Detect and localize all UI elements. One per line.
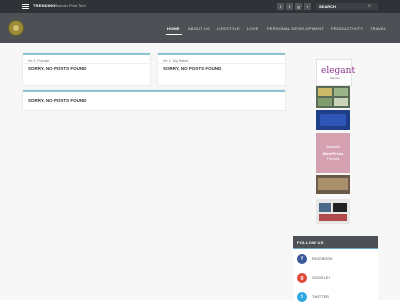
site-logo[interactable] [8, 20, 24, 36]
box-message: SORRY, NO POSTS FOUND [28, 98, 87, 103]
facebook-icon: f [297, 254, 307, 264]
wordpress-themes-ad[interactable]: Beautiful WordPress Themes [316, 133, 350, 173]
top-rated-posts-box: Ho 1: Top Rated SORRY, NO POSTS FOUND [158, 53, 285, 85]
follow-facebook[interactable]: f FACEBOOK [297, 254, 367, 264]
twitter-icon[interactable]: t [286, 3, 293, 10]
google-plus-icon: g [297, 273, 307, 283]
theme-grid-ad[interactable] [316, 86, 350, 108]
elegant-themes-ad[interactable]: elegant themes [316, 59, 356, 86]
top-bar: TRENDING: Sarcah Phot Tere f t g r SEARC… [0, 0, 400, 13]
nav-personal-development[interactable]: PERSONAL DEVELOPMENT [267, 26, 324, 31]
nav-lifestyle[interactable]: LIFESTYLE [217, 26, 240, 31]
twitter-icon: t [297, 292, 307, 302]
ad-logo-sub: themes [330, 76, 340, 80]
box-message: SORRY, NO POSTS FOUND [163, 66, 222, 71]
ad-logo-text: elegant [321, 66, 356, 76]
menu-icon[interactable] [22, 4, 29, 9]
follow-label: FACEBOOK [312, 257, 333, 261]
divider [23, 63, 150, 64]
ad-line-2: WordPress [322, 151, 344, 156]
nav-love[interactable]: LOVE [247, 26, 258, 31]
posts-box: SORRY, NO POSTS FOUND [23, 90, 285, 110]
google-plus-icon[interactable]: g [295, 3, 302, 10]
follow-twitter[interactable]: t TWITTER [297, 292, 367, 302]
search-label: SEARCH [319, 4, 336, 9]
search-icon[interactable]: ⌕ [368, 3, 371, 9]
ad-line-3: Themes [326, 157, 340, 161]
rss-icon[interactable]: r [304, 3, 311, 10]
trending-value[interactable]: Sarcah Phot Tere [55, 3, 86, 8]
theme-screens-ad[interactable] [316, 199, 350, 224]
popular-posts-box: Ho 1: Popular SORRY, NO POSTS FOUND [23, 53, 150, 85]
divider [158, 63, 285, 64]
ad-line-1: Beautiful [326, 145, 340, 149]
trending-label: TRENDING: [33, 3, 58, 8]
follow-label: GOOGLE+ [312, 276, 331, 280]
follow-us-title: FOLLOW US [297, 240, 324, 245]
facebook-icon[interactable]: f [277, 3, 284, 10]
nav-about-us[interactable]: ABOUT US [188, 26, 210, 31]
box-message: SORRY, NO POSTS FOUND [28, 66, 87, 71]
nav-productivity[interactable]: PRODUCTIVITY [331, 26, 363, 31]
nav-active-indicator [166, 34, 182, 35]
follow-label: TWITTER [312, 295, 329, 299]
theme-showcase-ad[interactable] [316, 110, 350, 130]
theme-preview-ad[interactable] [316, 175, 350, 194]
nav-travel[interactable]: TRAVEL [370, 26, 386, 31]
nav-home[interactable]: HOME [167, 26, 180, 31]
follow-google-plus[interactable]: g GOOGLE+ [297, 273, 367, 283]
